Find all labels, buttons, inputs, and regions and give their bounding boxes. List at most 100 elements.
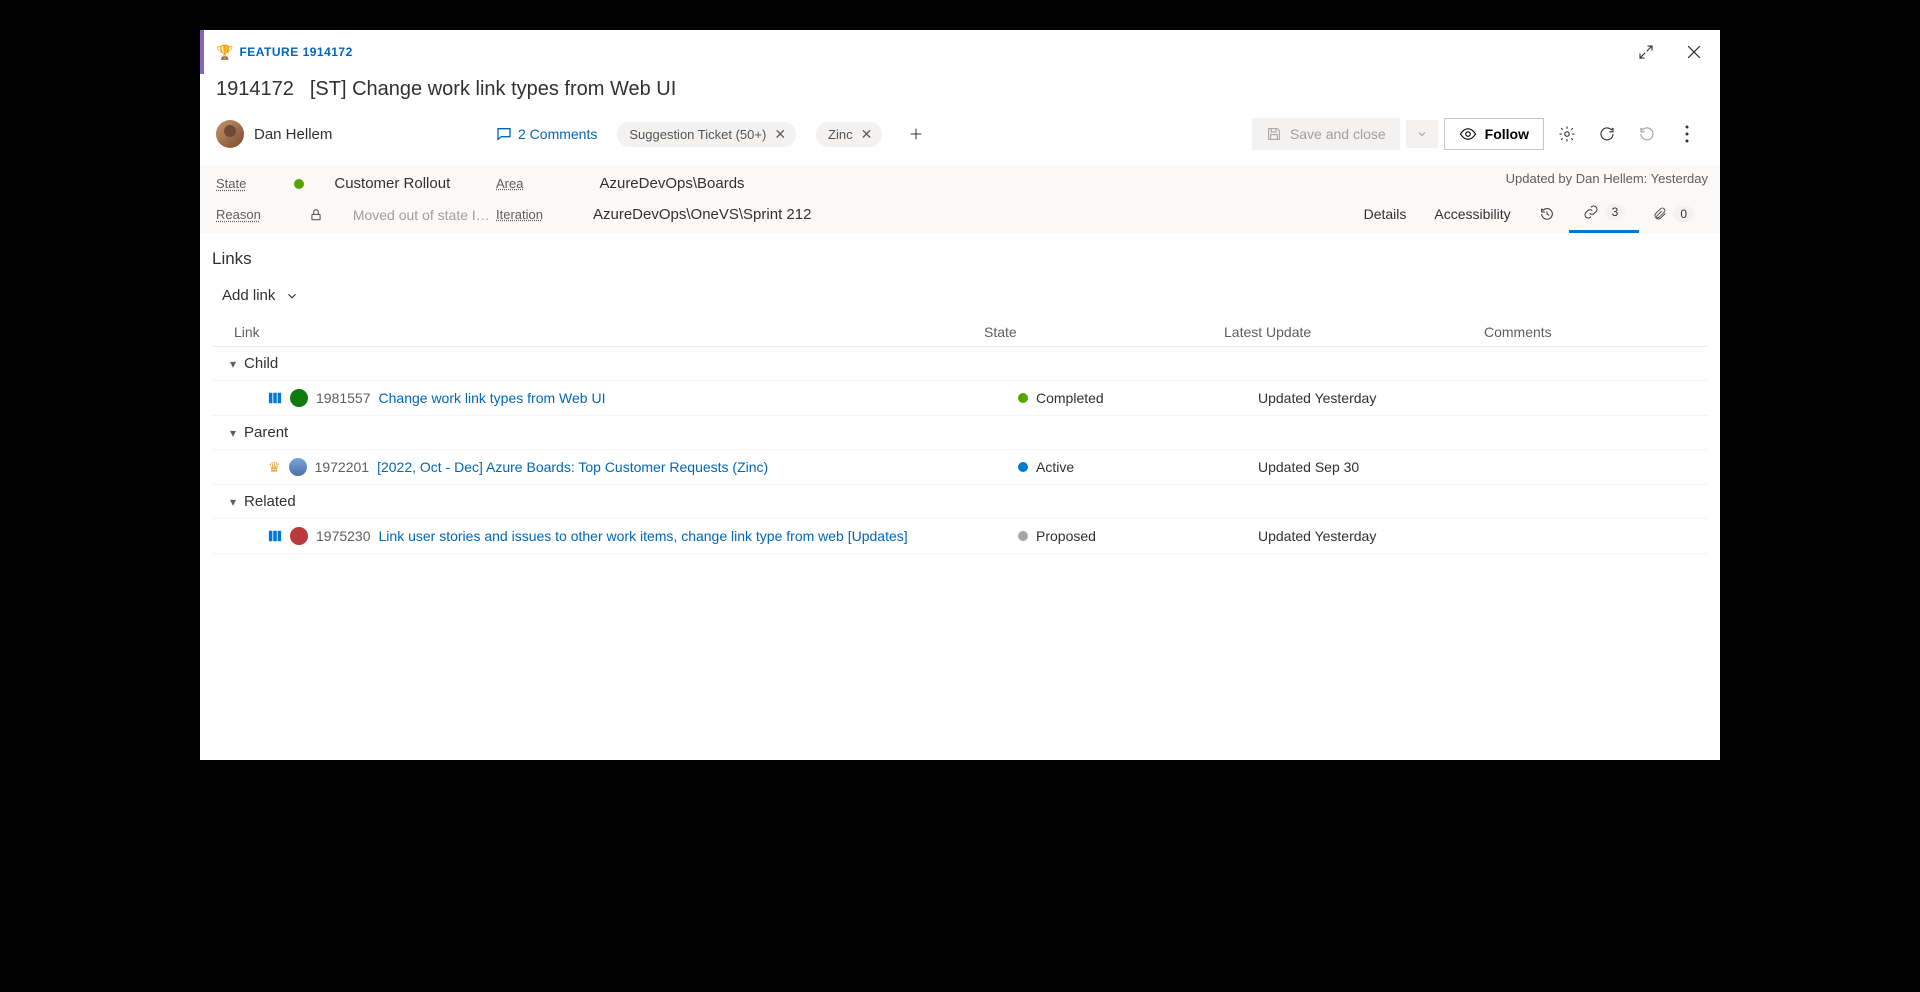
avatar xyxy=(216,120,244,148)
avatar xyxy=(290,527,308,545)
link-icon xyxy=(1583,204,1599,220)
state-dot-icon xyxy=(1018,462,1028,472)
type-text: FEATURE xyxy=(239,45,298,59)
kebab-icon xyxy=(1685,125,1689,143)
avatar xyxy=(289,458,307,476)
link-group-header[interactable]: ▾ Child xyxy=(212,347,1708,381)
eye-icon xyxy=(1459,127,1477,141)
more-actions-button[interactable] xyxy=(1670,117,1704,151)
state-dot-icon xyxy=(294,179,304,189)
link-updated: Updated Sep 30 xyxy=(1258,459,1518,475)
assignee-name: Dan Hellem xyxy=(254,126,332,143)
tab-history[interactable] xyxy=(1525,196,1569,232)
link-title[interactable]: [2022, Oct - Dec] Azure Boards: Top Cust… xyxy=(377,459,768,475)
tag-remove-icon[interactable]: ✕ xyxy=(772,126,788,143)
board-icon xyxy=(268,529,282,543)
iteration-value: AzureDevOps\OneVS\Sprint 212 xyxy=(593,206,811,223)
state-dot-icon xyxy=(1018,531,1028,541)
undo-icon xyxy=(1638,125,1656,143)
crown-icon: ♛ xyxy=(268,459,281,476)
save-split-button[interactable] xyxy=(1406,120,1438,148)
link-title[interactable]: Link user stories and issues to other wo… xyxy=(379,528,908,544)
group-name: Parent xyxy=(244,424,288,441)
add-link-button[interactable]: Add link xyxy=(212,287,1708,304)
group-name: Child xyxy=(244,355,278,372)
follow-label: Follow xyxy=(1485,126,1529,142)
comments-count: 2 Comments xyxy=(518,126,597,142)
work-item-tabs: Details Accessibility 3 0 xyxy=(1350,194,1708,233)
chevron-down-icon[interactable]: ▾ xyxy=(230,426,236,440)
fields-bar: State Customer Rollout Area AzureDevOps\… xyxy=(200,165,1720,233)
board-icon xyxy=(268,391,282,405)
state-field[interactable]: State Customer Rollout xyxy=(216,175,496,192)
link-state: Proposed xyxy=(1036,528,1096,544)
chevron-down-icon[interactable]: ▾ xyxy=(230,357,236,371)
work-item-header: 🏆 FEATURE 1914172 xyxy=(200,30,1720,74)
link-row[interactable]: 1975230 Link user stories and issues to … xyxy=(212,519,1708,554)
work-item-id: 1914172 xyxy=(216,78,294,101)
comments-link[interactable]: 2 Comments xyxy=(496,126,597,142)
history-icon xyxy=(1539,206,1555,222)
type-id: 1914172 xyxy=(303,45,353,59)
link-id: 1981557 xyxy=(316,390,371,406)
follow-button[interactable]: Follow xyxy=(1444,118,1544,150)
title-row: 1914172 [ST] Change work link types from… xyxy=(200,74,1720,113)
tag-label: Zinc xyxy=(828,127,853,142)
tab-links[interactable]: 3 xyxy=(1569,194,1640,233)
plus-icon xyxy=(908,126,924,142)
link-row[interactable]: 1981557 Change work link types from Web … xyxy=(212,381,1708,416)
settings-button[interactable] xyxy=(1550,117,1584,151)
col-link[interactable]: Link xyxy=(234,324,984,340)
tag-chip[interactable]: Zinc ✕ xyxy=(816,122,882,147)
col-comments[interactable]: Comments xyxy=(1484,324,1708,340)
link-id: 1975230 xyxy=(316,528,371,544)
tab-details[interactable]: Details xyxy=(1350,196,1421,232)
link-state: Active xyxy=(1036,459,1074,475)
link-title[interactable]: Change work link types from Web UI xyxy=(379,390,606,406)
add-link-label: Add link xyxy=(222,287,275,304)
feature-trophy-icon: 🏆 xyxy=(216,44,233,61)
link-group-header[interactable]: ▾ Related xyxy=(212,485,1708,519)
assignee-picker[interactable]: Dan Hellem xyxy=(216,120,476,148)
tab-attachments[interactable]: 0 xyxy=(1639,196,1708,232)
comment-icon xyxy=(496,126,512,142)
state-value: Customer Rollout xyxy=(334,175,450,192)
link-updated: Updated Yesterday xyxy=(1258,528,1518,544)
area-label: Area xyxy=(496,176,523,191)
tab-accessibility[interactable]: Accessibility xyxy=(1420,196,1524,232)
links-count: 3 xyxy=(1605,204,1626,220)
tag-chip[interactable]: Suggestion Ticket (50+) ✕ xyxy=(617,122,796,147)
add-tag-button[interactable] xyxy=(902,124,930,144)
close-icon[interactable] xyxy=(1680,38,1708,66)
updated-by-text: Updated by Dan Hellem: Yesterday xyxy=(1506,171,1708,186)
expand-icon[interactable] xyxy=(1632,38,1660,66)
gear-icon xyxy=(1558,125,1576,143)
tag-remove-icon[interactable]: ✕ xyxy=(859,126,875,143)
work-item-title[interactable]: [ST] Change work link types from Web UI xyxy=(310,78,676,101)
link-group-header[interactable]: ▾ Parent xyxy=(212,416,1708,450)
iteration-label: Iteration xyxy=(496,207,543,222)
link-state: Completed xyxy=(1036,390,1104,406)
links-table-header: Link State Latest Update Comments xyxy=(212,318,1708,347)
lock-icon xyxy=(309,208,323,222)
reason-value: Moved out of state In Pro xyxy=(353,207,496,223)
save-icon xyxy=(1266,126,1282,142)
refresh-icon xyxy=(1598,125,1616,143)
col-state[interactable]: State xyxy=(984,324,1224,340)
state-label: State xyxy=(216,176,246,191)
group-name: Related xyxy=(244,493,296,510)
reason-field[interactable]: Reason Moved out of state In Pro xyxy=(216,206,496,223)
state-dot-icon xyxy=(1018,393,1028,403)
tag-label: Suggestion Ticket (50+) xyxy=(629,127,766,142)
undo-button[interactable] xyxy=(1630,117,1664,151)
link-updated: Updated Yesterday xyxy=(1258,390,1518,406)
avatar xyxy=(290,389,308,407)
attachments-count: 0 xyxy=(1673,206,1694,222)
save-label: Save and close xyxy=(1290,126,1386,142)
col-latest[interactable]: Latest Update xyxy=(1224,324,1484,340)
area-value: AzureDevOps\Boards xyxy=(599,175,744,192)
save-and-close-button[interactable]: Save and close xyxy=(1252,118,1400,150)
refresh-button[interactable] xyxy=(1590,117,1624,151)
chevron-down-icon[interactable]: ▾ xyxy=(230,495,236,509)
link-row[interactable]: ♛ 1972201 [2022, Oct - Dec] Azure Boards… xyxy=(212,450,1708,485)
